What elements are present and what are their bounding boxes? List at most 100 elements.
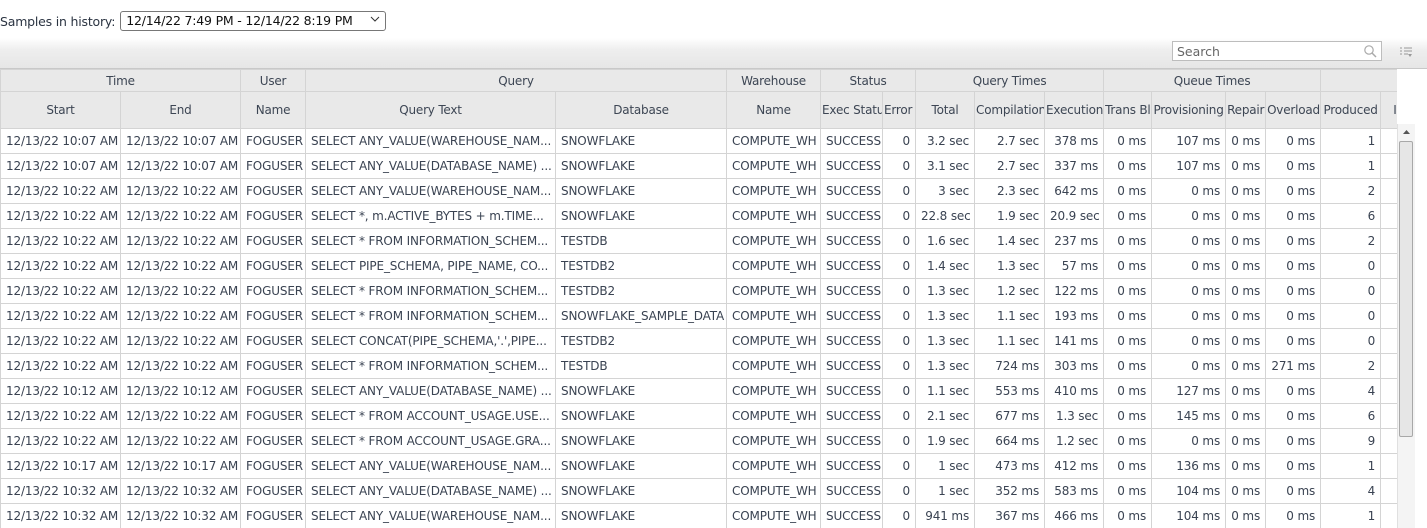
search-input[interactable] <box>1173 42 1362 60</box>
cell-prov: 0 ms <box>1151 228 1227 254</box>
cell-err: 0 <box>882 328 917 354</box>
column-header-user[interactable]: Name <box>240 91 307 129</box>
cell-produced: 6 <box>1320 403 1382 429</box>
cell-end: 12/13/22 10:32 AM <box>119 478 242 504</box>
cell-err: 0 <box>882 228 917 254</box>
column-header-prov[interactable]: Provisioning <box>1151 91 1227 129</box>
cell-user: FOGUSER <box>240 253 307 279</box>
column-header-err[interactable]: Error Code <box>882 91 917 129</box>
cell-err: 0 <box>882 478 917 504</box>
cell-err: 0 <box>882 253 917 279</box>
cell-user: FOGUSER <box>240 403 307 429</box>
queries-grid: Time User Query Warehouse Status Query Times Q… <box>0 69 1397 528</box>
cell-ins <box>1380 303 1397 329</box>
column-header-wh[interactable]: Name <box>726 91 822 129</box>
column-header-exec[interactable]: Exec Status <box>820 91 884 129</box>
column-header-end[interactable]: End <box>119 91 242 129</box>
table-row[interactable]: 12/13/22 10:22 AM 12/13/22 10:22 AM FOGUSE… <box>0 353 1397 379</box>
scroll-up-button[interactable] <box>1398 124 1415 140</box>
cell-trans: 0 ms <box>1103 228 1153 254</box>
cell-wh: COMPUTE_WH <box>726 203 822 229</box>
cell-start: 12/13/22 10:32 AM <box>0 503 121 528</box>
cell-err: 0 <box>882 353 917 379</box>
table-row[interactable]: 12/13/22 10:22 AM 12/13/22 10:22 AM FOGUSE… <box>0 178 1397 204</box>
cell-total: 941 ms <box>915 503 976 528</box>
cell-prov: 0 ms <box>1151 303 1227 329</box>
cell-overload: 0 ms <box>1265 128 1322 154</box>
cell-exec: SUCCESS <box>820 178 884 204</box>
column-header-query[interactable]: Query Text <box>305 91 557 129</box>
cell-exec: SUCCESS <box>820 353 884 379</box>
column-header-trans[interactable]: Trans Blocked <box>1103 91 1153 129</box>
table-row[interactable]: 12/13/22 10:22 AM 12/13/22 10:22 AM FOGUSE… <box>0 203 1397 229</box>
cell-comp: 1.9 sec <box>974 203 1046 229</box>
cell-exec: SUCCESS <box>820 478 884 504</box>
cell-db: SNOWFLAKE <box>555 428 728 454</box>
table-row[interactable]: 12/13/22 10:12 AM 12/13/22 10:12 AM FOGUSE… <box>0 378 1397 404</box>
cell-exec: SUCCESS <box>820 153 884 179</box>
cell-trans: 0 ms <box>1103 478 1153 504</box>
table-row[interactable]: 12/13/22 10:22 AM 12/13/22 10:22 AM FOGUSE… <box>0 328 1397 354</box>
cell-wh: COMPUTE_WH <box>726 328 822 354</box>
column-chooser-icon[interactable] <box>1399 45 1413 59</box>
scrollbar-thumb[interactable] <box>1399 141 1413 437</box>
history-range-select[interactable]: 12/14/22 7:49 PM - 12/14/22 8:19 PM <box>120 11 387 31</box>
cell-end: 12/13/22 10:07 AM <box>119 153 242 179</box>
cell-prov: 107 ms <box>1151 128 1227 154</box>
cell-exec: SUCCESS <box>820 303 884 329</box>
table-row[interactable]: 12/13/22 10:32 AM 12/13/22 10:32 AM FOGUSE… <box>0 503 1397 528</box>
column-header-execution[interactable]: Execution <box>1044 91 1105 129</box>
table-row[interactable]: 12/13/22 10:17 AM 12/13/22 10:17 AM FOGUSE… <box>0 453 1397 479</box>
column-header-repair[interactable]: Repair <box>1225 91 1267 129</box>
table-row[interactable]: 12/13/22 10:22 AM 12/13/22 10:22 AM FOGUSE… <box>0 303 1397 329</box>
queries-table: Time User Query Warehouse Status Query Times Q… <box>0 69 1397 528</box>
table-row[interactable]: 12/13/22 10:22 AM 12/13/22 10:22 AM FOGUSE… <box>0 253 1397 279</box>
column-header-produced[interactable]: Produced <box>1320 91 1382 129</box>
table-row[interactable]: 12/13/22 10:07 AM 12/13/22 10:07 AM FOGUSE… <box>0 128 1397 154</box>
cell-trans: 0 ms <box>1103 353 1153 379</box>
column-group-header: Time User Query Warehouse Status Query Times Q… <box>0 69 1397 92</box>
cell-overload: 0 ms <box>1265 153 1322 179</box>
column-header-comp[interactable]: Compilation <box>974 91 1046 129</box>
cell-db: SNOWFLAKE_SAMPLE_DATA <box>555 303 728 329</box>
cell-execution: 410 ms <box>1044 378 1105 404</box>
table-row[interactable]: 12/13/22 10:22 AM 12/13/22 10:22 AM FOGUSE… <box>0 228 1397 254</box>
cell-repair: 0 ms <box>1225 503 1267 528</box>
cell-trans: 0 ms <box>1103 203 1153 229</box>
table-row[interactable]: 12/13/22 10:22 AM 12/13/22 10:22 AM FOGUSE… <box>0 278 1397 304</box>
cell-start: 12/13/22 10:22 AM <box>0 303 121 329</box>
search-box[interactable] <box>1172 41 1382 61</box>
cell-query: SELECT * FROM INFORMATION_SCHEM... <box>305 228 557 254</box>
column-header-overload[interactable]: Overload <box>1265 91 1322 129</box>
cell-err: 0 <box>882 128 917 154</box>
vertical-scrollbar[interactable] <box>1397 124 1415 528</box>
cell-total: 1.3 sec <box>915 303 976 329</box>
table-row[interactable]: 12/13/22 10:32 AM 12/13/22 10:32 AM FOGUSE… <box>0 478 1397 504</box>
cell-ins <box>1380 228 1397 254</box>
cell-end: 12/13/22 10:22 AM <box>119 428 242 454</box>
cell-execution: 412 ms <box>1044 453 1105 479</box>
cell-prov: 104 ms <box>1151 503 1227 528</box>
cell-overload: 0 ms <box>1265 378 1322 404</box>
table-row[interactable]: 12/13/22 10:07 AM 12/13/22 10:07 AM FOGUSE… <box>0 153 1397 179</box>
table-row[interactable]: 12/13/22 10:22 AM 12/13/22 10:22 AM FOGUSE… <box>0 428 1397 454</box>
cell-user: FOGUSER <box>240 378 307 404</box>
column-header-db[interactable]: Database <box>555 91 728 129</box>
cell-produced: 0 <box>1320 303 1382 329</box>
table-row[interactable]: 12/13/22 10:22 AM 12/13/22 10:22 AM FOGUSE… <box>0 403 1397 429</box>
cell-err: 0 <box>882 403 917 429</box>
column-header-ins[interactable]: In: <box>1380 91 1397 129</box>
cell-ins <box>1380 453 1397 479</box>
chevron-down-icon <box>370 16 380 22</box>
column-header-start[interactable]: Start <box>0 91 121 129</box>
cell-repair: 0 ms <box>1225 428 1267 454</box>
cell-trans: 0 ms <box>1103 428 1153 454</box>
cell-total: 2.1 sec <box>915 403 976 429</box>
cell-end: 12/13/22 10:22 AM <box>119 253 242 279</box>
column-header-total[interactable]: Total <box>915 91 976 129</box>
cell-user: FOGUSER <box>240 178 307 204</box>
cell-exec: SUCCESS <box>820 228 884 254</box>
search-icon[interactable] <box>1363 44 1377 58</box>
cell-end: 12/13/22 10:22 AM <box>119 353 242 379</box>
cell-start: 12/13/22 10:07 AM <box>0 153 121 179</box>
